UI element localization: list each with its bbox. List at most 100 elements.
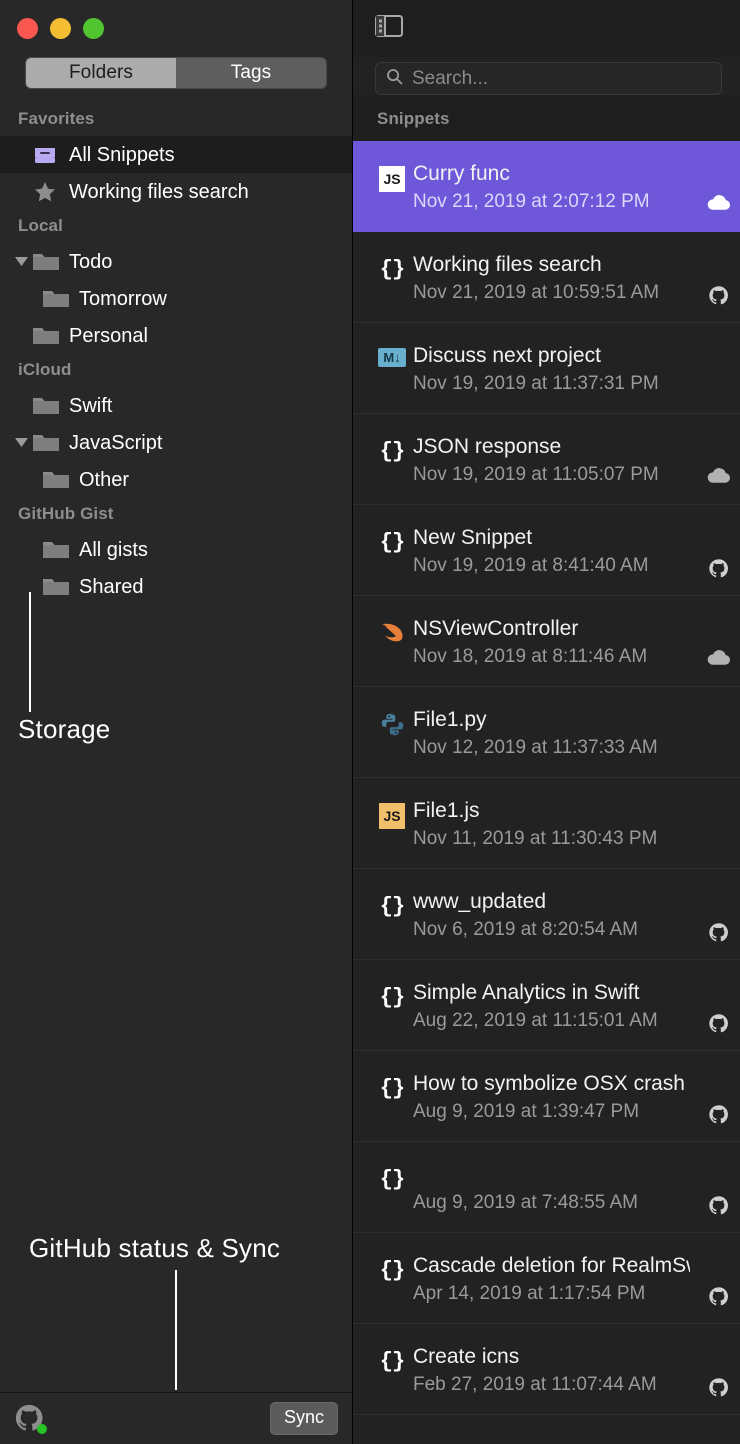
snippet-text: www_updated Nov 6, 2019 at 8:20:54 AM bbox=[413, 888, 696, 943]
tab-tags[interactable]: Tags bbox=[176, 58, 326, 88]
folder-icon bbox=[32, 395, 62, 417]
snippet-title: JSON response bbox=[413, 435, 562, 458]
github-sync-annotation-label: GitHub status & Sync bbox=[29, 1233, 281, 1263]
snippet-text: Cascade deletion for RealmSw… Apr 14, 20… bbox=[413, 1252, 696, 1307]
snippet-title: Working files search bbox=[413, 253, 602, 276]
folder-icon bbox=[42, 288, 72, 310]
snippet-title: File1.py bbox=[413, 708, 487, 731]
snippet-date: Nov 21, 2019 at 2:07:12 PM bbox=[413, 191, 650, 212]
minimize-window-button[interactable] bbox=[50, 18, 71, 39]
sidebar-item-label: Todo bbox=[69, 250, 113, 273]
braces-icon: {} bbox=[379, 439, 405, 464]
github-octocat-icon bbox=[696, 1252, 740, 1307]
sidebar-item-personal[interactable]: Personal bbox=[0, 317, 352, 354]
snippet-row[interactable]: M↓ Discuss next project Nov 19, 2019 at … bbox=[353, 323, 740, 414]
traffic-lights bbox=[0, 0, 352, 48]
snippet-row[interactable]: {} www_updated Nov 6, 2019 at 8:20:54 AM bbox=[353, 869, 740, 960]
snippet-date: Aug 22, 2019 at 11:15:01 AM bbox=[413, 1010, 658, 1031]
snippet-date: Feb 27, 2019 at 11:07:44 AM bbox=[413, 1374, 657, 1395]
js-white-icon: JS bbox=[371, 160, 413, 192]
no-sync-badge bbox=[696, 797, 740, 831]
github-octocat-icon bbox=[696, 888, 740, 943]
close-window-button[interactable] bbox=[17, 18, 38, 39]
folder-icon bbox=[42, 469, 72, 491]
search-field[interactable] bbox=[375, 62, 722, 95]
chevron-down-icon[interactable] bbox=[10, 257, 32, 266]
snippets-section-title: Snippets bbox=[353, 95, 740, 141]
github-status-indicator[interactable] bbox=[14, 1403, 47, 1435]
no-sync-badge bbox=[696, 342, 740, 376]
braces-icon: {} bbox=[379, 894, 405, 919]
search-input[interactable] bbox=[412, 67, 711, 90]
snippet-text: How to symbolize OSX crash l… Aug 9, 201… bbox=[413, 1070, 696, 1125]
snippet-row[interactable]: NSViewController Nov 18, 2019 at 8:11:46… bbox=[353, 596, 740, 687]
braces-icon: {} bbox=[379, 1167, 405, 1192]
snippet-title: How to symbolize OSX crash l… bbox=[413, 1072, 690, 1095]
snippet-text: NSViewController Nov 18, 2019 at 8:11:46… bbox=[413, 615, 696, 670]
inbox-tray-icon bbox=[32, 144, 62, 166]
app-window: Folders Tags Favorites All Snippets Work… bbox=[0, 0, 740, 1444]
snippet-row[interactable]: File1.py Nov 12, 2019 at 11:37:33 AM bbox=[353, 687, 740, 778]
storage-annotation-leader-line bbox=[29, 592, 31, 712]
snippet-title bbox=[413, 1161, 690, 1188]
sidebar-item-working-files-search[interactable]: Working files search bbox=[0, 173, 352, 210]
group-label-icloud: iCloud bbox=[18, 360, 72, 379]
group-label-github-gist: GitHub Gist bbox=[18, 504, 114, 523]
braces-icon: {} bbox=[379, 257, 405, 282]
sidebar-item-javascript[interactable]: JavaScript bbox=[0, 424, 352, 461]
sidebar-item-label: Tomorrow bbox=[79, 287, 167, 310]
sidebar-item-label: Other bbox=[79, 468, 130, 491]
sidebar-item-other[interactable]: Other bbox=[0, 461, 352, 498]
snippet-row[interactable]: {} Simple Analytics in Swift Aug 22, 201… bbox=[353, 960, 740, 1051]
github-octocat-icon bbox=[696, 251, 740, 306]
snippet-row[interactable]: {} New Snippet Nov 19, 2019 at 8:41:40 A… bbox=[353, 505, 740, 596]
snippet-row[interactable]: {} Working files search Nov 21, 2019 at … bbox=[353, 232, 740, 323]
markdown-icon: M↓ bbox=[371, 342, 413, 367]
zoom-window-button[interactable] bbox=[83, 18, 104, 39]
snippet-text: JSON response Nov 19, 2019 at 11:05:07 P… bbox=[413, 433, 696, 488]
snippet-row[interactable]: {} Cascade deletion for RealmSw… Apr 14,… bbox=[353, 1233, 740, 1324]
list-toolbar bbox=[353, 0, 740, 57]
braces-icon: {} bbox=[379, 1076, 405, 1101]
snippet-row[interactable]: {} Create icns Feb 27, 2019 at 11:07:44 … bbox=[353, 1324, 740, 1415]
snippet-text: Aug 9, 2019 at 7:48:55 AM bbox=[413, 1161, 696, 1216]
snippet-text: New Snippet Nov 19, 2019 at 8:41:40 AM bbox=[413, 524, 696, 579]
icloud-cloud-icon bbox=[696, 160, 740, 211]
snippet-text: Working files search Nov 21, 2019 at 10:… bbox=[413, 251, 696, 306]
snippet-date: Nov 12, 2019 at 11:37:33 AM bbox=[413, 737, 658, 758]
group-label-local: Local bbox=[18, 216, 63, 235]
sync-button[interactable]: Sync bbox=[269, 1402, 338, 1435]
snippet-date: Nov 6, 2019 at 8:20:54 AM bbox=[413, 919, 638, 940]
chevron-down-icon[interactable] bbox=[10, 438, 32, 447]
python-icon bbox=[371, 706, 413, 737]
snippet-title: Discuss next project bbox=[413, 344, 601, 367]
sidebar-item-label: Personal bbox=[69, 324, 148, 347]
sidebar-toggle-icon[interactable] bbox=[375, 14, 403, 43]
sidebar-item-label: JavaScript bbox=[69, 431, 163, 454]
tab-folders[interactable]: Folders bbox=[26, 58, 176, 88]
snippet-row[interactable]: {} JSON response Nov 19, 2019 at 11:05:0… bbox=[353, 414, 740, 505]
sidebar-item-todo[interactable]: Todo bbox=[0, 243, 352, 280]
sidebar-item-label: Swift bbox=[69, 394, 113, 417]
snippet-row[interactable]: {} How to symbolize OSX crash l… Aug 9, … bbox=[353, 1051, 740, 1142]
snippet-row[interactable]: JS Curry func Nov 21, 2019 at 2:07:12 PM bbox=[353, 141, 740, 232]
sidebar-item-all-gists[interactable]: All gists bbox=[0, 531, 352, 568]
github-octocat-icon bbox=[696, 524, 740, 579]
folder-tree: Favorites All Snippets Working files sea… bbox=[0, 89, 352, 605]
storage-annotation-label: Storage bbox=[18, 714, 111, 744]
swift-bird-icon bbox=[371, 615, 413, 645]
snippet-list[interactable]: JS Curry func Nov 21, 2019 at 2:07:12 PM… bbox=[353, 141, 740, 1444]
sidebar-item-tomorrow[interactable]: Tomorrow bbox=[0, 280, 352, 317]
snippet-row[interactable]: JS File1.js Nov 11, 2019 at 11:30:43 PM bbox=[353, 778, 740, 869]
sidebar-item-swift[interactable]: Swift bbox=[0, 387, 352, 424]
snippet-title: Cascade deletion for RealmSw… bbox=[413, 1254, 690, 1277]
no-sync-badge bbox=[696, 706, 740, 740]
sidebar-item-label: Working files search bbox=[69, 180, 249, 203]
snippet-row[interactable]: {} Aug 9, 2019 at 7:48:55 AM bbox=[353, 1142, 740, 1233]
braces-icon: {} bbox=[379, 1349, 405, 1374]
github-octocat-icon bbox=[696, 1161, 740, 1216]
folder-icon bbox=[32, 325, 62, 347]
sidebar-item-all-snippets[interactable]: All Snippets bbox=[0, 136, 352, 173]
folders-tags-segmented-control[interactable]: Folders Tags bbox=[25, 57, 327, 89]
sidebar-item-shared[interactable]: Shared bbox=[0, 568, 352, 605]
